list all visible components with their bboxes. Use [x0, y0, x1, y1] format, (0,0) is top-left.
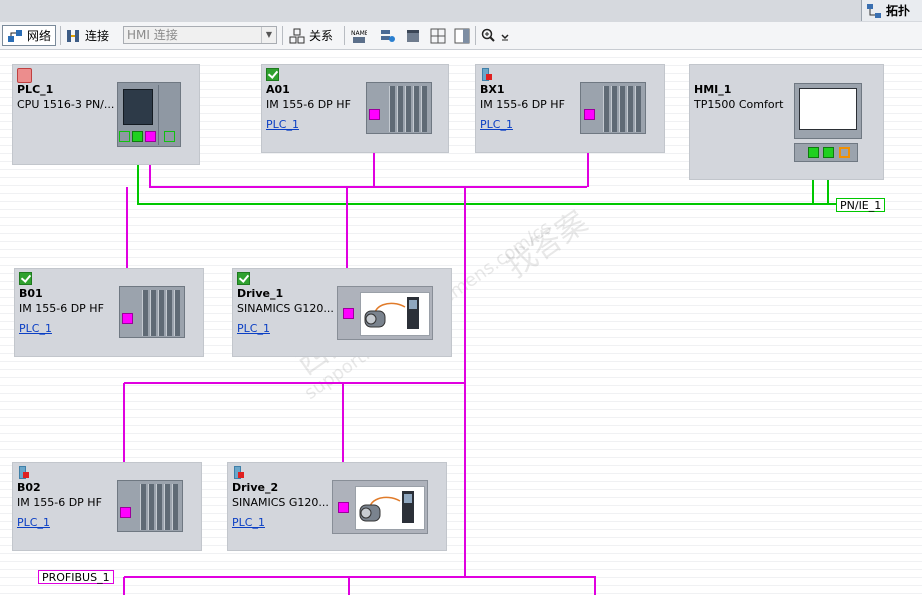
motor-inverter-icon: [364, 297, 419, 329]
plc-port-2[interactable]: [132, 131, 143, 142]
device-b01[interactable]: B01 IM 155-6 DP HF PLC_1: [14, 268, 204, 357]
dp-port[interactable]: [122, 313, 133, 324]
device-type: SINAMICS G120...: [237, 302, 334, 315]
dp-port[interactable]: [338, 502, 349, 513]
drive-motor-icon: [355, 486, 425, 530]
cpu-display-icon: [123, 89, 153, 125]
assigned-master-link[interactable]: PLC_1: [232, 516, 265, 529]
device-bx1[interactable]: BX1 IM 155-6 DP HF PLC_1: [475, 64, 665, 153]
assigned-master-link[interactable]: PLC_1: [266, 118, 299, 131]
hmi-port-2[interactable]: [823, 147, 834, 158]
device-name: PLC_1: [17, 83, 54, 96]
assigned-master-link[interactable]: PLC_1: [237, 322, 270, 335]
status-error-icon: [17, 466, 30, 479]
io-module-icon: [119, 286, 185, 338]
dp-port[interactable]: [369, 109, 380, 120]
device-b02[interactable]: B02 IM 155-6 DP HF PLC_1: [12, 462, 202, 551]
hmi-port-3[interactable]: [839, 147, 850, 158]
io-module-icon: [117, 480, 183, 532]
io-module-icon: [366, 82, 432, 134]
device-drive-2[interactable]: Drive_2 SINAMICS G120... PLC_1: [227, 462, 447, 551]
io-module-icon: [580, 82, 646, 134]
device-plc-1[interactable]: PLC_1 CPU 1516-3 PN/...: [12, 64, 200, 165]
plc-status-icon: [17, 68, 32, 83]
device-name: B01: [19, 287, 43, 300]
assigned-master-link[interactable]: PLC_1: [17, 516, 50, 529]
dp-port[interactable]: [120, 507, 131, 518]
device-type: IM 155-6 DP HF: [19, 302, 104, 315]
profibus-network-label[interactable]: PROFIBUS_1: [38, 570, 114, 584]
status-ok-icon: [266, 68, 279, 81]
hmi-port-1[interactable]: [808, 147, 819, 158]
device-type: CPU 1516-3 PN/...: [17, 98, 115, 111]
status-error-icon: [480, 68, 493, 81]
device-name: Drive_1: [237, 287, 284, 300]
device-drive-1[interactable]: Drive_1 SINAMICS G120... PLC_1: [232, 268, 452, 357]
device-name: BX1: [480, 83, 505, 96]
assigned-master-link[interactable]: PLC_1: [480, 118, 513, 131]
device-name: HMI_1: [694, 83, 732, 96]
device-type: IM 155-6 DP HF: [480, 98, 565, 111]
device-name: Drive_2: [232, 481, 279, 494]
device-type: SINAMICS G120...: [232, 496, 329, 509]
status-error-icon: [232, 466, 245, 479]
device-hmi-1[interactable]: HMI_1 TP1500 Comfort: [689, 64, 884, 180]
assigned-master-link[interactable]: PLC_1: [19, 322, 52, 335]
drive-motor-icon: [360, 292, 430, 336]
status-ok-icon: [19, 272, 32, 285]
dp-port[interactable]: [584, 109, 595, 120]
dp-port[interactable]: [343, 308, 354, 319]
hmi-panel-icon: [794, 83, 862, 139]
plc-dp-port[interactable]: [145, 131, 156, 142]
pnie-network-label[interactable]: PN/IE_1: [836, 198, 886, 212]
device-type: IM 155-6 DP HF: [266, 98, 351, 111]
device-type: TP1500 Comfort: [694, 98, 784, 111]
plc-port-3[interactable]: [164, 131, 175, 142]
device-a01[interactable]: A01 IM 155-6 DP HF PLC_1: [261, 64, 449, 153]
status-ok-icon: [237, 272, 250, 285]
device-name: A01: [266, 83, 290, 96]
hmi-screen-icon: [799, 88, 857, 130]
motor-inverter-icon: [359, 491, 414, 523]
device-type: IM 155-6 DP HF: [17, 496, 102, 509]
plc-port-1[interactable]: [119, 131, 130, 142]
device-name: B02: [17, 481, 41, 494]
